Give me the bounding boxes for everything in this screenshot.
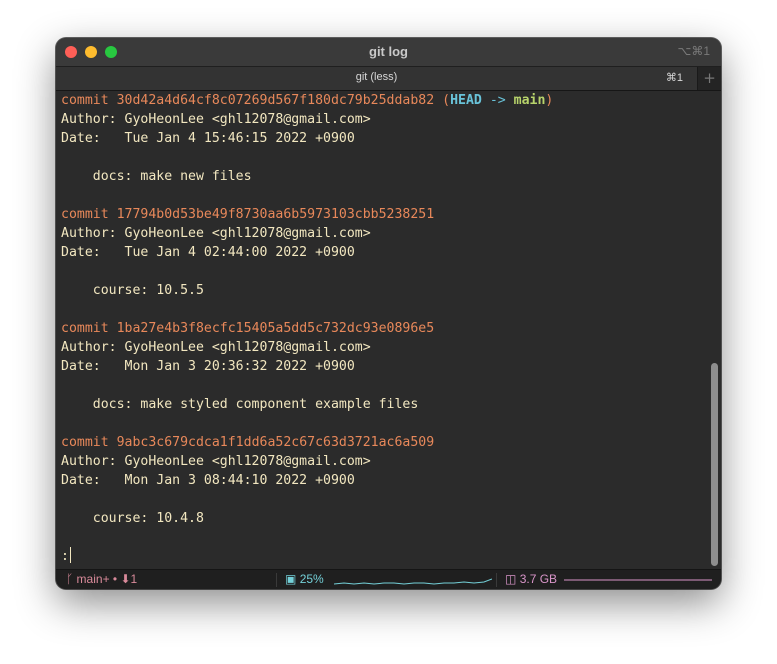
commit-keyword: commit: [61, 435, 109, 450]
tab-title: git (less): [355, 71, 398, 83]
commit-message: course: 10.4.8: [61, 511, 204, 526]
commit-hash: 17794b0d53be49f8730aa6b5973103cbb5238251: [116, 207, 435, 222]
cpu-value: 25%: [299, 572, 324, 586]
commit-message: docs: make new files: [61, 169, 252, 184]
status-divider: [276, 573, 277, 587]
commit-keyword: commit: [61, 207, 109, 222]
head-ref: HEAD: [450, 93, 482, 108]
status-divider: [496, 573, 497, 587]
prompt-text: :: [61, 549, 69, 564]
cpu-status[interactable]: ▣ 25%: [285, 572, 324, 586]
window-title: git log: [369, 44, 408, 59]
branch-ref: main: [513, 93, 546, 108]
status-bar: ᚴ main+ • ⬇1 ▣ 25% ◫ 3.7 GB: [56, 569, 721, 589]
cpu-sparkline: [334, 578, 492, 585]
date-line: Date: Tue Jan 4 15:46:15 2022 +0900: [61, 131, 355, 146]
commit-line: commit 17794b0d53be49f8730aa6b5973103cbb…: [61, 205, 701, 224]
commit-keyword: commit: [61, 321, 109, 336]
less-prompt[interactable]: :: [61, 547, 701, 566]
commit-hash: 30d42a4d64cf8c07269d567f180dc79b25ddab82: [116, 93, 435, 108]
terminal-output[interactable]: commit 30d42a4d64cf8c07269d567f180dc79b2…: [61, 91, 701, 567]
tab-shortcut: ⌘1: [665, 72, 683, 84]
commit-hash: 1ba27e4b3f8ecfc15405a5dd5c732dc93e0896e5: [116, 321, 435, 336]
scrollbar-thumb[interactable]: [711, 363, 718, 566]
author-line: Author: GyoHeonLee <ghl12078@gmail.com>: [61, 112, 371, 127]
terminal-window: git log ⌥⌘1 git (less) ⌘1 + commit 30d42…: [56, 38, 721, 589]
new-tab-button[interactable]: +: [698, 67, 721, 90]
author-line: Author: GyoHeonLee <ghl12078@gmail.com>: [61, 454, 371, 469]
author-line: Author: GyoHeonLee <ghl12078@gmail.com>: [61, 226, 371, 241]
date-line: Date: Mon Jan 3 08:44:10 2022 +0900: [61, 473, 355, 488]
git-branch-name: main: [76, 572, 103, 586]
commit-message: course: 10.5.5: [61, 283, 204, 298]
text-cursor: [69, 547, 71, 563]
memory-sparkline: [564, 579, 712, 581]
commit-keyword: commit: [61, 93, 109, 108]
date-line: Date: Tue Jan 4 02:44:00 2022 +0900: [61, 245, 355, 260]
commit-line: commit 30d42a4d64cf8c07269d567f180dc79b2…: [61, 93, 554, 108]
ref-arrow: ->: [489, 93, 506, 108]
git-branch-icon: ᚴ: [66, 572, 74, 586]
cpu-icon: ▣: [285, 572, 297, 586]
memory-status[interactable]: ◫ 3.7 GB: [505, 572, 557, 586]
commit-message: docs: make styled component example file…: [61, 397, 419, 412]
commit-line: commit 1ba27e4b3f8ecfc15405a5dd5c732dc93…: [61, 319, 701, 338]
title-bar[interactable]: git log ⌥⌘1: [56, 38, 721, 67]
tab-git-less[interactable]: git (less) ⌘1: [56, 67, 698, 90]
window-shortcut: ⌥⌘1: [677, 44, 710, 58]
commit-line: commit 9abc3c679cdca1f1dd6a52c67c63d3721…: [61, 433, 701, 452]
memory-value: 3.7 GB: [519, 572, 558, 586]
date-line: Date: Mon Jan 3 20:36:32 2022 +0900: [61, 359, 355, 374]
scrollbar[interactable]: [709, 91, 719, 569]
git-status[interactable]: ᚴ main+ • ⬇1: [66, 572, 137, 586]
tab-bar: git (less) ⌘1 +: [56, 67, 721, 91]
memory-icon: ◫: [505, 572, 517, 586]
author-line: Author: GyoHeonLee <ghl12078@gmail.com>: [61, 340, 371, 355]
git-branch-status: + • ⬇1: [102, 572, 138, 586]
commit-hash: 9abc3c679cdca1f1dd6a52c67c63d3721ac6a509: [116, 435, 435, 450]
